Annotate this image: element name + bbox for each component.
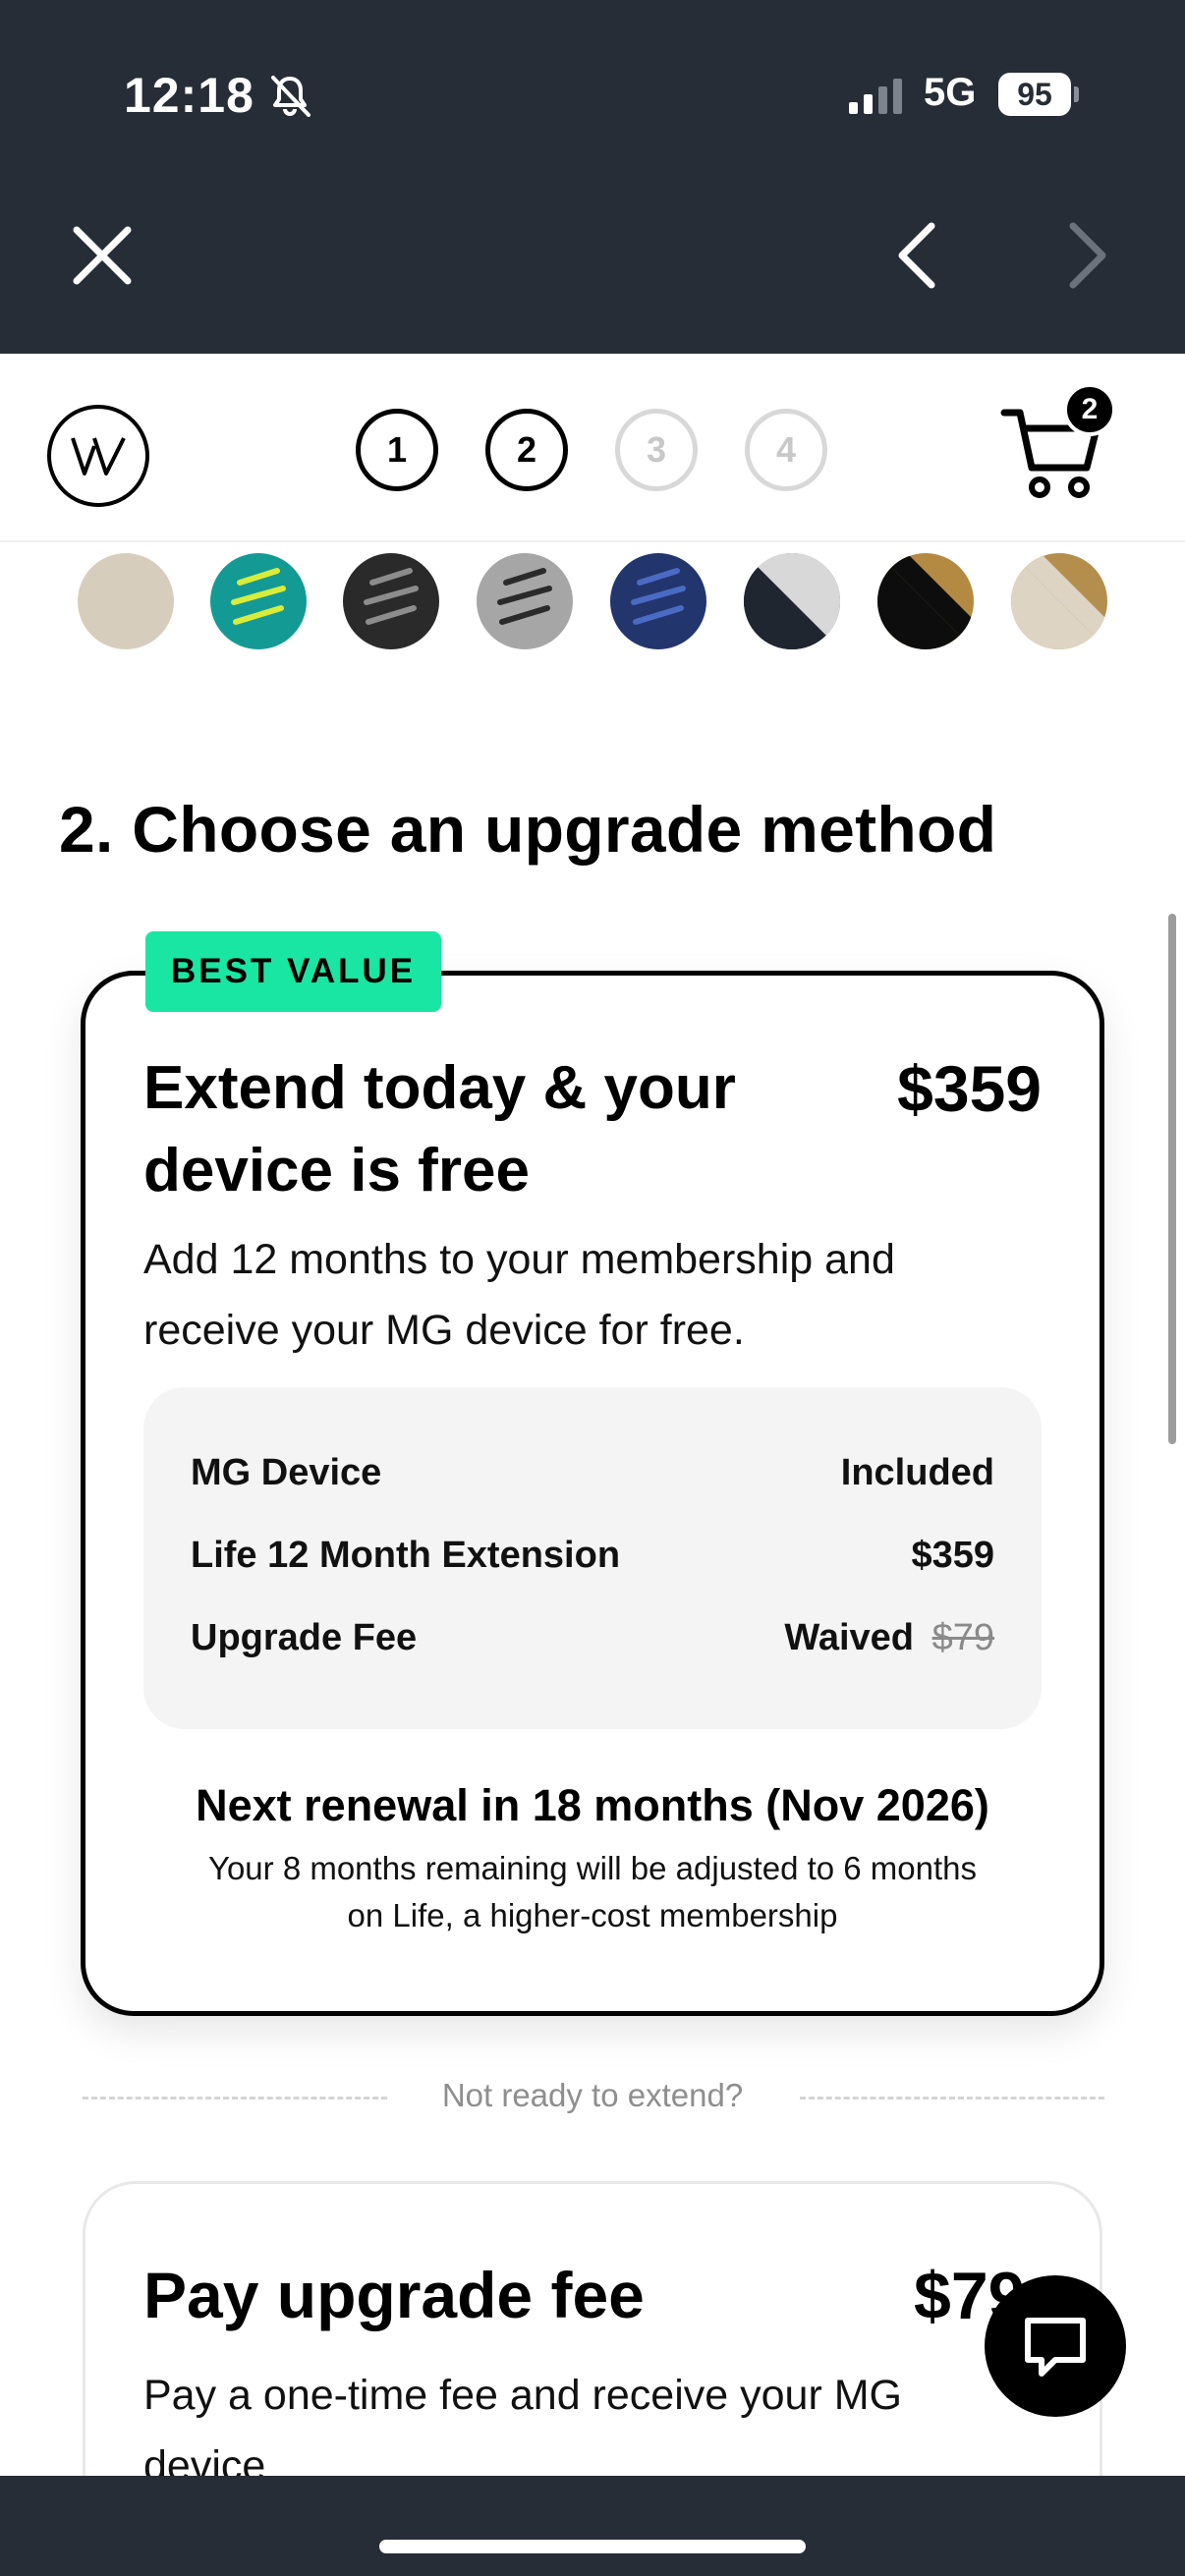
summary-value: Included — [840, 1452, 994, 1493]
swatch-sand-gold[interactable] — [1011, 553, 1107, 649]
signal-bars-icon — [849, 79, 902, 114]
bell-slash-icon — [271, 76, 310, 117]
divider-line — [800, 2097, 1104, 2100]
divider-text: Not ready to extend? — [441, 2077, 744, 2113]
chat-button[interactable] — [985, 2275, 1126, 2417]
summary-row: MG Device Included — [191, 1452, 994, 1494]
swatch-grey-stripes[interactable] — [477, 553, 573, 649]
chevron-left-icon[interactable] — [884, 214, 953, 297]
best-value-badge: BEST VALUE — [145, 931, 442, 1012]
section-title: 2. Choose an upgrade method — [59, 793, 997, 866]
step-1[interactable]: 1 — [356, 409, 438, 491]
scrollbar[interactable] — [1168, 914, 1176, 1444]
price-summary: MG Device Included Life 12 Month Extensi… — [143, 1387, 1042, 1729]
summary-value: $359 — [911, 1535, 994, 1576]
chevron-right-icon[interactable] — [1051, 214, 1120, 297]
swatch-sand[interactable] — [78, 553, 174, 649]
option-price: $359 — [897, 1052, 1042, 1125]
summary-label: Upgrade Fee — [191, 1617, 418, 1658]
summary-row: Upgrade Fee Waived $79 — [191, 1617, 994, 1659]
step-2[interactable]: 2 — [485, 409, 568, 491]
summary-value: Waived — [784, 1617, 915, 1658]
browser-chrome: 12:18 5G 95 — [0, 0, 1185, 354]
option-description: Add 12 months to your membership and rec… — [143, 1236, 895, 1354]
summary-label: Life 12 Month Extension — [191, 1535, 621, 1576]
summary-value-group: Waived $79 — [784, 1617, 994, 1659]
network-label: 5G — [924, 71, 977, 114]
swatch-black-stripes[interactable] — [343, 553, 439, 649]
divider-line — [83, 2097, 387, 2100]
close-icon[interactable] — [65, 218, 140, 293]
renewal-note: Your 8 months remaining will be adjusted… — [207, 1850, 978, 1933]
battery-level: 95 — [1017, 77, 1052, 112]
swatch-black-gold[interactable] — [877, 553, 974, 649]
option-title: Pay upgrade fee — [143, 2259, 645, 2331]
chat-bubble-icon — [1025, 2318, 1086, 2377]
summary-row: Life 12 Month Extension $359 — [191, 1535, 994, 1577]
whoop-logo-icon[interactable] — [47, 405, 149, 507]
renewal-title: Next renewal in 18 months (Nov 2026) — [196, 1780, 989, 1830]
step-4[interactable]: 4 — [745, 409, 827, 491]
swatch-blue-stripes[interactable] — [610, 553, 706, 649]
original-price: $79 — [931, 1617, 994, 1658]
step-3[interactable]: 3 — [615, 409, 698, 491]
option-title: Extend today & your device is free — [143, 1054, 736, 1204]
swatch-black-silver[interactable] — [744, 553, 840, 649]
swatch-teal-lime[interactable] — [210, 553, 307, 649]
site-header: 1 2 3 4 2 — [0, 354, 1185, 542]
cart-count-badge: 2 — [1063, 383, 1116, 436]
status-time: 12:18 — [124, 68, 254, 123]
bottom-bar — [0, 2476, 1185, 2576]
summary-label: MG Device — [191, 1452, 382, 1493]
home-indicator[interactable] — [379, 2540, 806, 2553]
page: 12:18 5G 95 1 2 3 4 2 2. Choose an upgra… — [0, 0, 1185, 2576]
battery-icon: 95 — [998, 73, 1079, 116]
